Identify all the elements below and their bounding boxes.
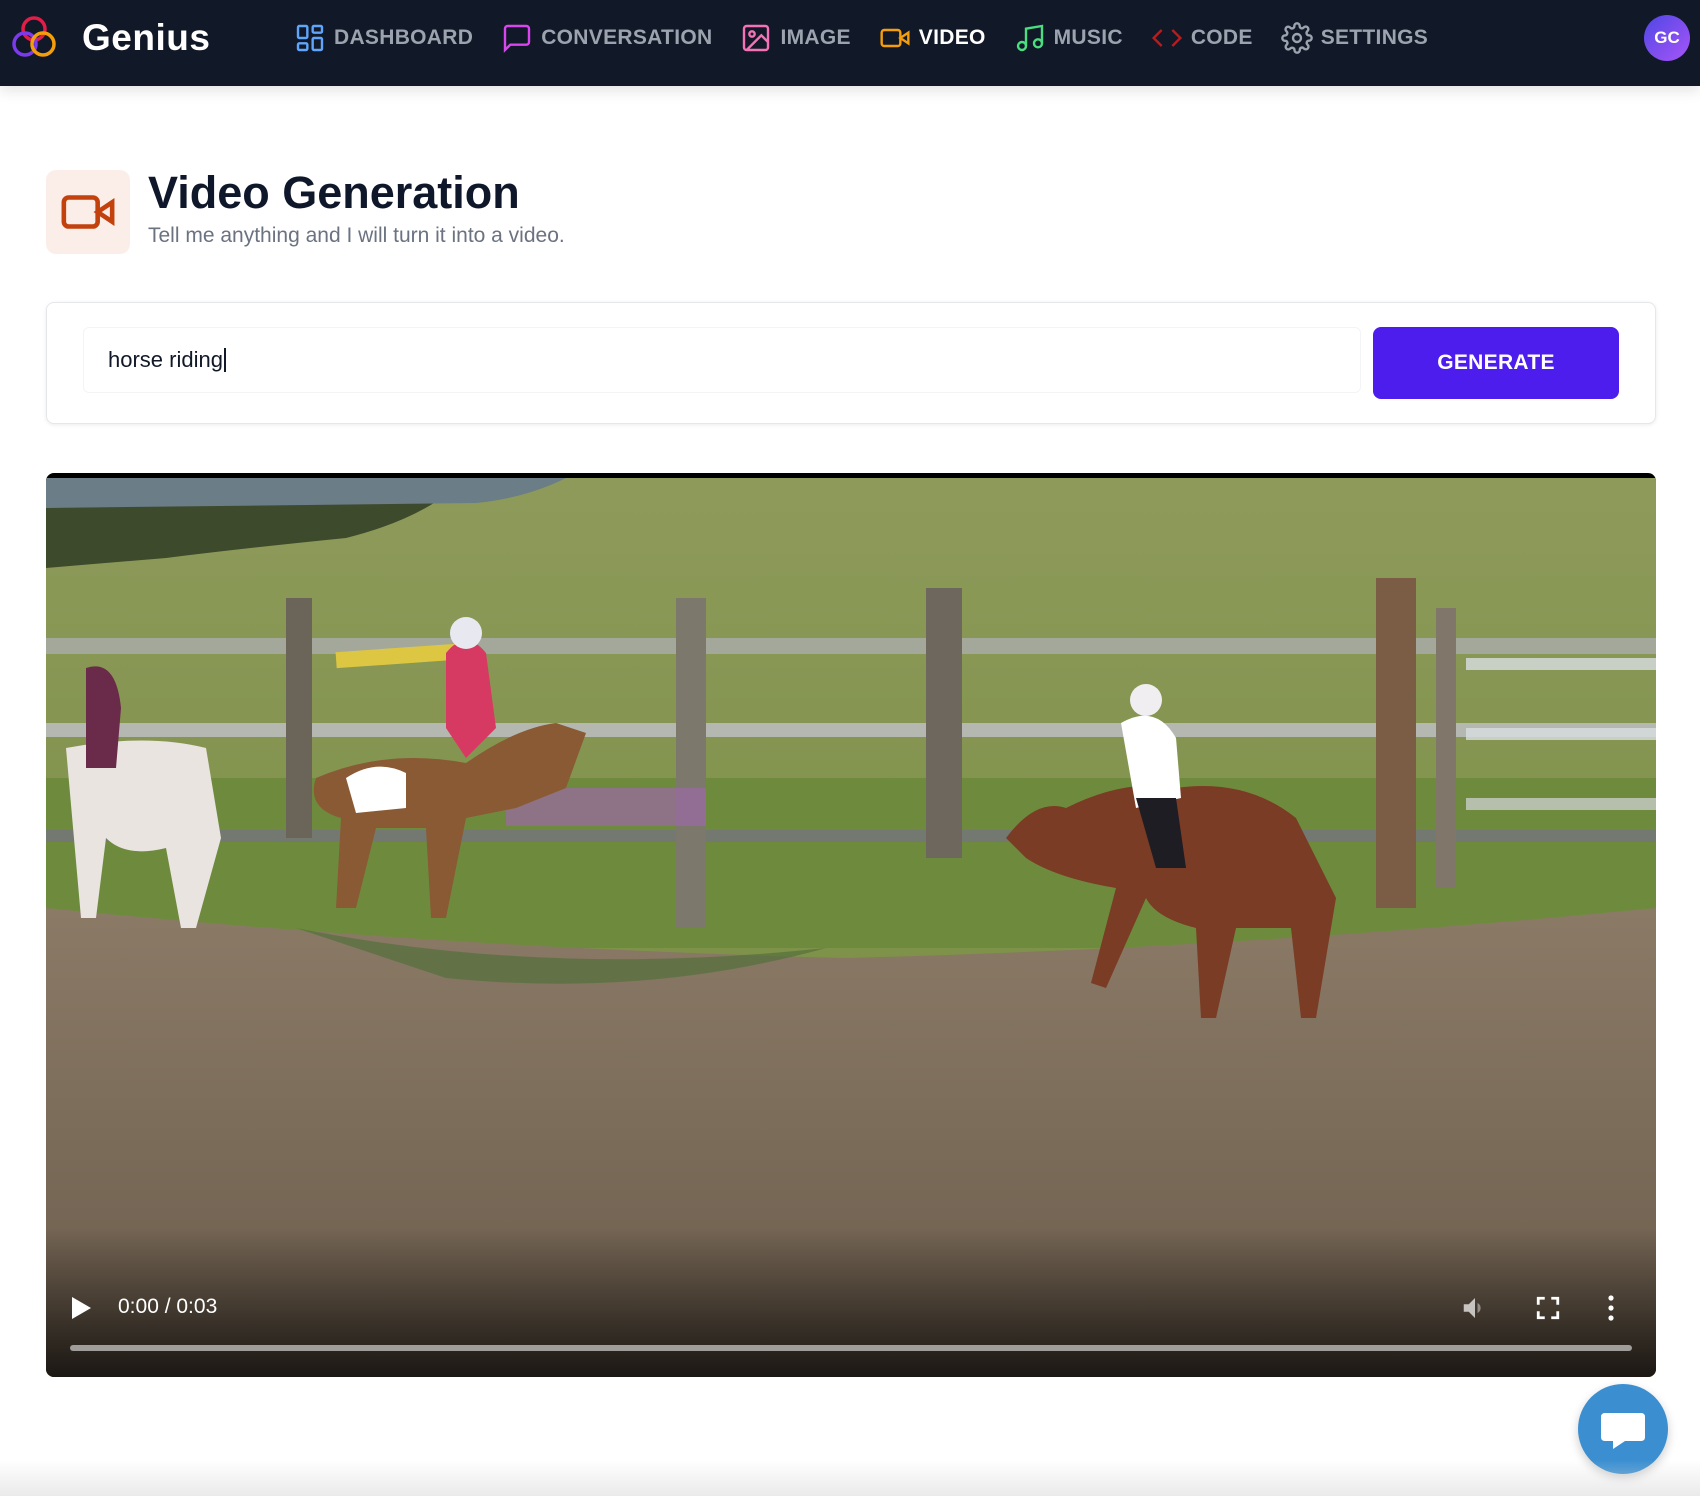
code-icon — [1151, 29, 1182, 47]
nav-music[interactable]: MUSIC — [1014, 22, 1123, 54]
app-name: Genius — [82, 17, 211, 58]
nav-video-label: VIDEO — [918, 26, 986, 49]
fullscreen-icon[interactable] — [1535, 1295, 1561, 1321]
video-player[interactable]: 0:00 / 0:03 — [46, 473, 1656, 1377]
nav-code[interactable]: CODE — [1151, 22, 1253, 54]
brand[interactable]: Genius — [8, 12, 210, 64]
user-avatar[interactable]: GC — [1644, 15, 1690, 61]
page-heading: Video Generation Tell me anything and I … — [46, 167, 565, 254]
video-progress-bar[interactable] — [70, 1345, 1632, 1351]
text-caret — [223, 348, 226, 372]
nav-settings[interactable]: SETTINGS — [1280, 22, 1429, 54]
video-time: 0:00 / 0:03 — [118, 1295, 218, 1318]
more-options-icon[interactable] — [1606, 1293, 1616, 1323]
video-controls: 0:00 / 0:03 — [46, 1227, 1656, 1377]
nav-dashboard-label: DASHBOARD — [334, 26, 474, 49]
layout-grid-icon — [296, 24, 324, 52]
nav-settings-label: SETTINGS — [1320, 26, 1429, 49]
nav-image-label: IMAGE — [780, 26, 851, 49]
prompt-input[interactable]: horse riding — [83, 327, 1361, 393]
top-navbar: Genius DASHBOARD CONVERSATION IMAGE VIDE… — [0, 0, 1700, 86]
chat-bubble-icon — [1601, 1413, 1645, 1449]
play-icon[interactable] — [70, 1296, 92, 1320]
settings-icon — [1280, 22, 1313, 54]
nav-music-label: MUSIC — [1053, 26, 1123, 49]
nav-video[interactable]: VIDEO — [879, 22, 986, 54]
music-icon — [1016, 24, 1043, 52]
video-icon — [880, 28, 910, 48]
genius-logo-icon — [12, 16, 56, 57]
prompt-value: horse riding — [108, 347, 223, 372]
prompt-form: horse riding GENERATE — [46, 302, 1656, 424]
nav-code-label: CODE — [1190, 26, 1253, 49]
nav-conversation[interactable]: CONVERSATION — [501, 22, 712, 54]
page-title: Video Generation — [148, 167, 520, 219]
page-subtitle: Tell me anything and I will turn it into… — [148, 223, 565, 247]
generate-button[interactable]: GENERATE — [1373, 327, 1619, 399]
image-icon — [743, 24, 770, 52]
page-bottom-edge — [0, 1460, 1700, 1496]
nav-dashboard[interactable]: DASHBOARD — [294, 22, 473, 54]
video-icon — [61, 195, 115, 229]
volume-muted-icon[interactable] — [1460, 1293, 1490, 1323]
nav-conversation-label: CONVERSATION — [541, 26, 713, 49]
nav-links: DASHBOARD CONVERSATION IMAGE VIDEO MUSIC… — [294, 0, 1456, 76]
message-square-icon — [504, 24, 531, 53]
nav-image[interactable]: IMAGE — [740, 22, 850, 54]
page-icon-box — [46, 170, 130, 254]
